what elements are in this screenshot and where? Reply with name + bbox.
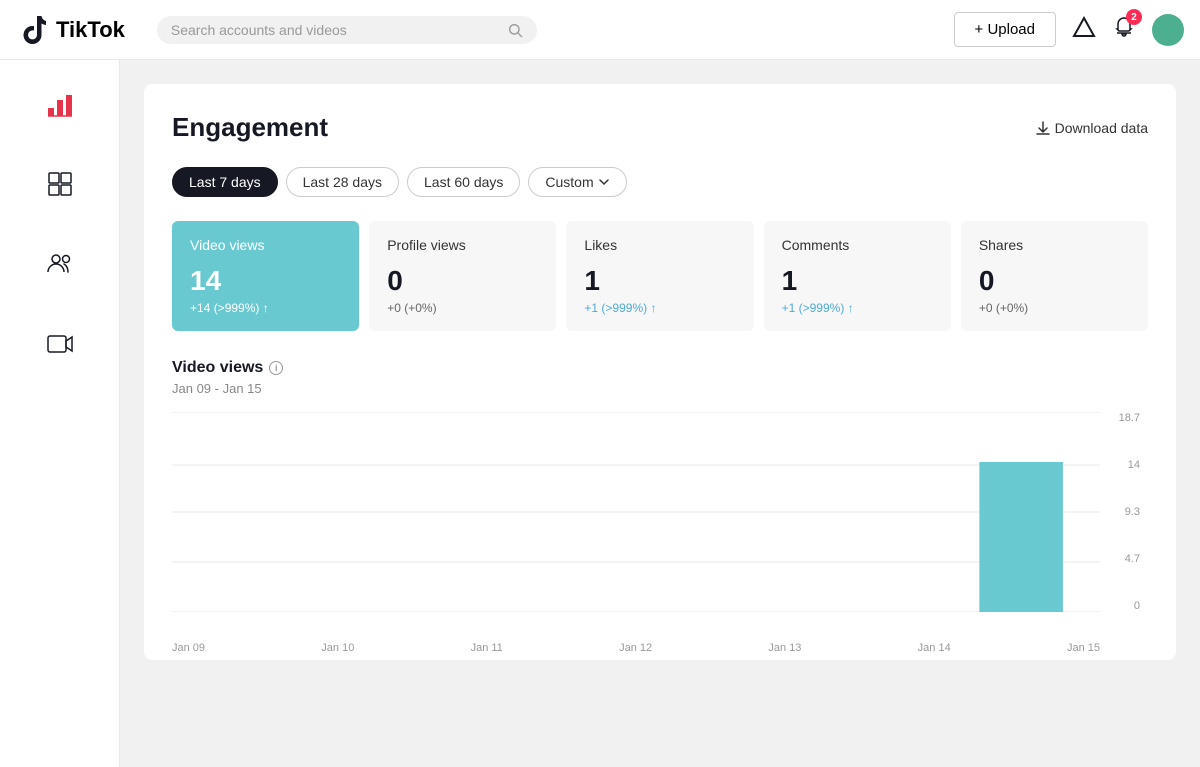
info-icon[interactable]: i xyxy=(269,361,283,375)
chart-area: Jan 09 Jan 10 Jan 11 Jan 12 Jan 13 Jan 1… xyxy=(172,412,1100,632)
chart-title-container: Video views i xyxy=(172,359,1148,377)
stats-grid: Video views 14 +14 (>999%) ↑ Profile vie… xyxy=(172,221,1148,331)
notification-badge: 2 xyxy=(1126,9,1142,25)
x-label-jan11: Jan 11 xyxy=(471,642,503,654)
filter-28days[interactable]: Last 28 days xyxy=(286,167,399,197)
main-content: Engagement Download data Last 7 days Las… xyxy=(120,60,1200,767)
content-icon xyxy=(46,170,74,198)
layout: Engagement Download data Last 7 days Las… xyxy=(0,60,1200,767)
avatar[interactable] xyxy=(1152,14,1184,46)
chart-section: Video views i Jan 09 - Jan 15 xyxy=(172,359,1148,632)
stat-profile-views[interactable]: Profile views 0 +0 (+0%) xyxy=(369,221,556,331)
custom-label: Custom xyxy=(545,174,593,190)
stat-change-profile-views: +0 (+0%) xyxy=(387,301,538,315)
download-label: Download data xyxy=(1055,120,1148,136)
search-input[interactable] xyxy=(171,22,499,38)
stat-video-views[interactable]: Video views 14 +14 (>999%) ↑ xyxy=(172,221,359,331)
stat-shares[interactable]: Shares 0 +0 (+0%) xyxy=(961,221,1148,331)
x-label-jan14: Jan 14 xyxy=(918,642,951,654)
stat-label-profile-views: Profile views xyxy=(387,237,538,253)
videos-icon xyxy=(46,330,74,358)
header: TikTok + Upload 2 xyxy=(0,0,1200,60)
chart-y-labels: 18.7 14 9.3 4.7 0 xyxy=(1108,412,1148,612)
y-label-9: 9.3 xyxy=(1125,506,1140,518)
stat-change-likes: +1 (>999%) ↑ xyxy=(584,301,735,315)
logo-text: TikTok xyxy=(56,17,125,43)
download-icon xyxy=(1035,120,1051,136)
stat-change-text-likes: +1 (>999%) ↑ xyxy=(584,301,656,315)
stat-change-text: +14 (>999%) ↑ xyxy=(190,301,269,315)
tiktok-logo-icon xyxy=(16,14,48,46)
stat-change-comments: +1 (>999%) ↑ xyxy=(782,301,933,315)
chart-date-range: Jan 09 - Jan 15 xyxy=(172,381,1148,396)
page-title: Engagement xyxy=(172,112,328,143)
x-label-jan10: Jan 10 xyxy=(321,642,354,654)
page-header: Engagement Download data xyxy=(172,112,1148,143)
sidebar xyxy=(0,60,120,767)
y-label-14: 14 xyxy=(1128,459,1140,471)
stat-label-shares: Shares xyxy=(979,237,1130,253)
date-filters: Last 7 days Last 28 days Last 60 days Cu… xyxy=(172,167,1148,197)
sidebar-item-analytics[interactable] xyxy=(36,80,84,128)
x-label-jan15: Jan 15 xyxy=(1067,642,1100,654)
stat-label-likes: Likes xyxy=(584,237,735,253)
stat-likes[interactable]: Likes 1 +1 (>999%) ↑ xyxy=(566,221,753,331)
sidebar-item-videos[interactable] xyxy=(36,320,84,368)
inbox-icon-container[interactable] xyxy=(1072,15,1096,44)
analytics-icon xyxy=(46,90,74,118)
upload-button[interactable]: + Upload xyxy=(954,12,1056,47)
stat-change-text-profile: +0 (+0%) xyxy=(387,301,436,315)
filter-60days[interactable]: Last 60 days xyxy=(407,167,520,197)
x-label-jan09: Jan 09 xyxy=(172,642,205,654)
inbox-icon xyxy=(1072,15,1096,39)
y-label-4: 4.7 xyxy=(1125,553,1140,565)
download-link[interactable]: Download data xyxy=(1035,120,1148,136)
search-bar xyxy=(157,16,537,44)
stat-value-comments: 1 xyxy=(782,265,933,297)
followers-icon xyxy=(46,250,74,278)
filter-7days[interactable]: Last 7 days xyxy=(172,167,278,197)
sidebar-item-content[interactable] xyxy=(36,160,84,208)
filter-custom[interactable]: Custom xyxy=(528,167,626,197)
y-label-18: 18.7 xyxy=(1119,412,1140,424)
stat-label-comments: Comments xyxy=(782,237,933,253)
x-label-jan12: Jan 12 xyxy=(619,642,652,654)
stat-change-video-views: +14 (>999%) ↑ xyxy=(190,301,341,315)
stat-value-likes: 1 xyxy=(584,265,735,297)
stat-change-shares: +0 (+0%) xyxy=(979,301,1130,315)
chart-svg xyxy=(172,412,1100,612)
stat-change-text-comments: +1 (>999%) ↑ xyxy=(782,301,854,315)
notification-icon-container[interactable]: 2 xyxy=(1112,15,1136,44)
chart-x-labels: Jan 09 Jan 10 Jan 11 Jan 12 Jan 13 Jan 1… xyxy=(172,636,1100,654)
chart-title-text: Video views xyxy=(172,359,263,377)
stat-comments[interactable]: Comments 1 +1 (>999%) ↑ xyxy=(764,221,951,331)
sidebar-item-followers[interactable] xyxy=(36,240,84,288)
stat-change-text-shares: +0 (+0%) xyxy=(979,301,1028,315)
chart-container: Jan 09 Jan 10 Jan 11 Jan 12 Jan 13 Jan 1… xyxy=(172,412,1148,632)
stat-value-video-views: 14 xyxy=(190,265,341,297)
chart-bar-jan15 xyxy=(979,462,1063,612)
chevron-down-icon xyxy=(598,176,610,188)
x-label-jan13: Jan 13 xyxy=(768,642,801,654)
logo[interactable]: TikTok xyxy=(16,14,125,46)
y-label-0: 0 xyxy=(1134,600,1140,612)
search-icon xyxy=(507,22,523,38)
stat-label-video-views: Video views xyxy=(190,237,341,253)
header-right: + Upload 2 xyxy=(954,12,1184,47)
engagement-card: Engagement Download data Last 7 days Las… xyxy=(144,84,1176,660)
stat-value-shares: 0 xyxy=(979,265,1130,297)
stat-value-profile-views: 0 xyxy=(387,265,538,297)
